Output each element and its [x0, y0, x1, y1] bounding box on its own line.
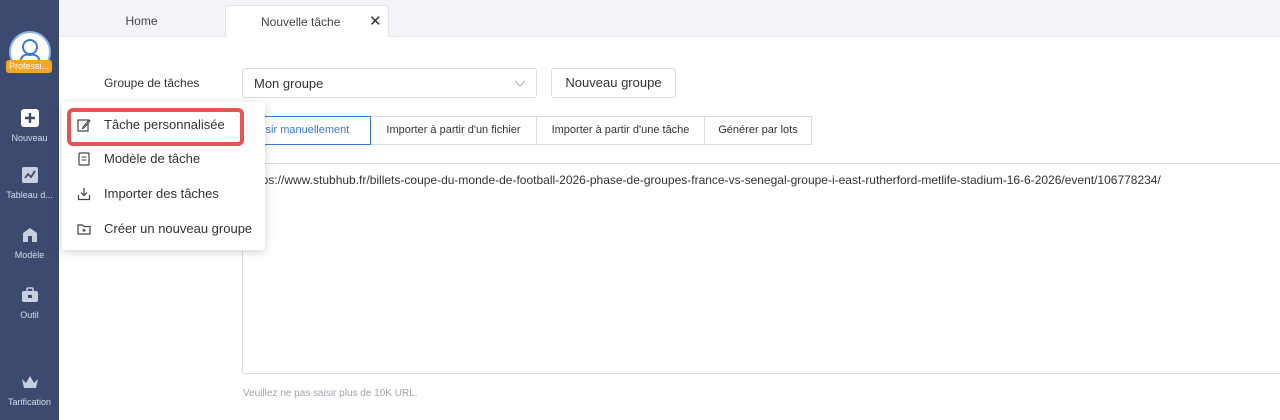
- menu-item-task-template-label: Modèle de tâche: [104, 151, 201, 166]
- mode-import-file-tab[interactable]: Importer à partir d'un fichier: [370, 116, 537, 145]
- chevron-down-icon: [514, 80, 526, 87]
- sidebar: Professi... Nouveau Tableau d... Modèle …: [0, 0, 59, 420]
- nav-modele-label: Modèle: [14, 250, 45, 260]
- new-task-menu: Tâche personnalisée Modèle de tâche Impo…: [62, 102, 265, 250]
- nav-outil-label: Outil: [20, 310, 39, 320]
- nav-tableau-label: Tableau d...: [6, 190, 53, 200]
- url-limit-hint: Veuillez ne pas saisir plus de 10K URL.: [243, 388, 418, 399]
- task-group-label: Groupe de tâches: [104, 76, 200, 90]
- nav-nouveau-label: Nouveau: [11, 133, 48, 143]
- template-icon: [22, 228, 37, 242]
- menu-item-task-template[interactable]: Modèle de tâche: [62, 144, 265, 174]
- tab-new-task[interactable]: Nouvelle tâche ✕: [225, 5, 389, 37]
- nav-tableau[interactable]: Tableau d...: [0, 165, 59, 200]
- mode-batch-tab[interactable]: Générer par lots: [704, 116, 812, 145]
- tab-home[interactable]: Home: [59, 5, 224, 37]
- nav-nouveau[interactable]: Nouveau: [0, 108, 59, 143]
- nav-tarification[interactable]: Tarification: [0, 372, 59, 407]
- nav-tarification-label: Tarification: [7, 397, 52, 407]
- url-value: ttps://www.stubhub.fr/billets-coupe-du-m…: [255, 173, 1161, 187]
- menu-item-new-group[interactable]: Créer un nouveau groupe: [62, 214, 265, 244]
- menu-item-import-tasks-label: Importer des tâches: [104, 186, 219, 201]
- menu-item-new-group-label: Créer un nouveau groupe: [104, 221, 253, 236]
- menu-item-import-tasks[interactable]: Importer des tâches: [62, 179, 265, 209]
- menu-item-custom-task-label: Tâche personnalisée: [104, 117, 225, 132]
- plus-square-icon: [20, 109, 39, 127]
- toolbox-icon: [21, 287, 38, 302]
- plan-badge: Professi...: [6, 60, 52, 73]
- edit-icon: [77, 119, 91, 132]
- tab-bar: Home Nouvelle tâche ✕: [59, 0, 1280, 37]
- tab-new-task-label: Nouvelle tâche: [261, 15, 341, 29]
- task-group-value: Mon groupe: [254, 76, 324, 91]
- mode-import-task-tab[interactable]: Importer à partir d'une tâche: [536, 116, 705, 145]
- import-icon: [77, 188, 91, 201]
- crown-icon: [21, 376, 38, 388]
- close-icon[interactable]: ✕: [369, 6, 382, 38]
- task-group-select[interactable]: Mon groupe: [242, 68, 537, 98]
- menu-item-custom-task[interactable]: Tâche personnalisée: [62, 110, 265, 140]
- template-doc-icon: [78, 152, 90, 166]
- dashboard-icon: [21, 167, 38, 183]
- nav-outil[interactable]: Outil: [0, 285, 59, 320]
- new-group-button[interactable]: Nouveau groupe: [551, 68, 676, 98]
- nav-modele[interactable]: Modèle: [0, 225, 59, 260]
- url-textarea[interactable]: ttps://www.stubhub.fr/billets-coupe-du-m…: [242, 163, 1280, 374]
- new-folder-icon: [77, 224, 91, 235]
